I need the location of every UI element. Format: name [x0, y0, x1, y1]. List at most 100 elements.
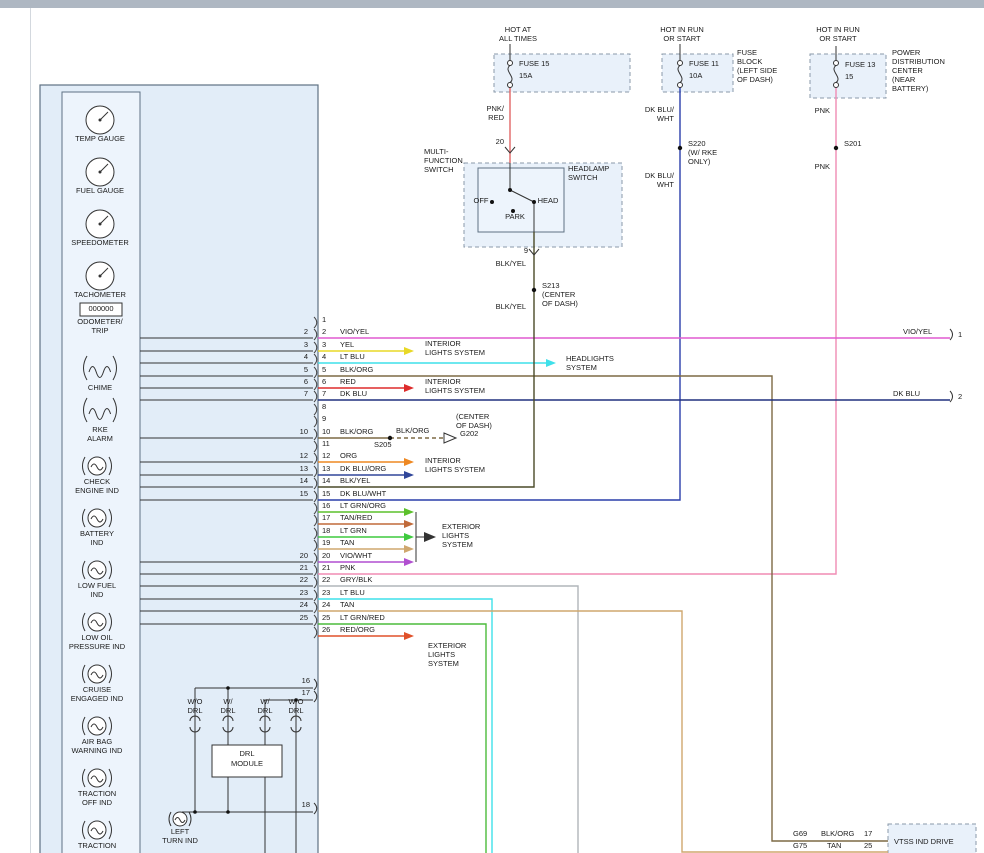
offpage-ref-2: 2: [958, 393, 962, 401]
interior-lights-dest-3a: INTERIOR: [425, 457, 461, 465]
splice-s213-note-1: (CENTER: [542, 291, 575, 299]
wire-color-label: TAN: [340, 601, 354, 609]
cluster-pin-number: 25: [292, 614, 308, 622]
splice-s220-note-2: ONLY): [688, 158, 710, 166]
cluster-pin-16-label: 16: [292, 677, 310, 685]
headlamp-switch-title-2: SWITCH: [568, 174, 598, 182]
drl-option-4a: W/O: [289, 698, 304, 706]
connector-pin-number: 9: [322, 415, 326, 423]
splice-s220-label: S220: [688, 140, 706, 148]
headlights-dest-b: SYSTEM: [566, 364, 597, 372]
connector-pin-number: 18: [322, 527, 330, 535]
cluster-pin-18-label: 18: [292, 801, 310, 809]
rke-alarm-label-1: RKE: [92, 426, 107, 434]
wire-color-label: DK BLU: [340, 390, 367, 398]
cluster-pin-number: 3: [292, 341, 308, 349]
connector-pin-number: 6: [322, 378, 326, 386]
offpage-ref-1: 1: [958, 331, 962, 339]
drl-module-label-1: DRL: [239, 750, 254, 758]
g69-wire-label: BLK/ORG: [821, 830, 854, 838]
connector-pin-number: 19: [322, 539, 330, 547]
low-oil-label-1: LOW OIL: [81, 634, 112, 642]
pdc-title-3: CENTER: [892, 67, 923, 75]
wiring-diagram-canvas: HOT AT ALL TIMES FUSE 15 15A PNK/ RED 20…: [0, 0, 984, 853]
connector-pin-number: 3: [322, 341, 326, 349]
switch-position-off: OFF: [474, 197, 489, 205]
tachometer-label: TACHOMETER: [74, 291, 126, 299]
splice-s213-label: S213: [542, 282, 560, 290]
airbag-label-1: AIR BAG: [82, 738, 112, 746]
splice-s220-note-1: (W/ RKE: [688, 149, 717, 157]
cluster-pin-number: 14: [292, 477, 308, 485]
traction-off-label-1: TRACTION: [78, 790, 116, 798]
exterior-lights-collector: [416, 512, 424, 562]
interior-lights-dest-1b: LIGHTS SYSTEM: [425, 349, 485, 357]
wire-color-label: BLK/YEL: [340, 477, 370, 485]
cluster-pin-number: 5: [292, 366, 308, 374]
fuse-15-label: FUSE 15: [519, 60, 549, 68]
ground-g75-ref: G75: [793, 842, 807, 850]
drl-option-2b: DRL: [220, 707, 235, 715]
drl-option-4b: DRL: [288, 707, 303, 715]
fuse-15-rating: 15A: [519, 72, 532, 80]
fuse-11-rating: 10A: [689, 72, 702, 80]
switch-pin-20-label: 20: [480, 138, 504, 146]
drl-module-label-2: MODULE: [231, 760, 263, 768]
dk-blu-wht-wire-label-1b: WHT: [616, 115, 674, 123]
wire-color-label: VIO/YEL: [340, 328, 369, 336]
cluster-pin-number: 6: [292, 378, 308, 386]
fuse-block-title-3: (LEFT SIDE: [737, 67, 777, 75]
exterior-lights-dest-2c: SYSTEM: [428, 660, 459, 668]
exterior-lights-dest-1b: LIGHTS: [442, 532, 469, 540]
vtss-pin-25-label: 25: [864, 842, 872, 850]
pnk-red-wire-label: PNK/: [446, 105, 504, 113]
connector-pin-number: 25: [322, 614, 330, 622]
headlamp-switch-title-1: HEADLAMP: [568, 165, 609, 173]
connector-pin-number: 21: [322, 564, 330, 572]
wire-color-label: LT GRN/RED: [340, 614, 385, 622]
cluster-pin-number: 10: [292, 428, 308, 436]
cluster-pin-number: 24: [292, 601, 308, 609]
rke-alarm-label-2: ALARM: [87, 435, 113, 443]
connector-pin-number: 14: [322, 477, 330, 485]
fuse-block-title-4: OF DASH): [737, 76, 773, 84]
switch-position-park: PARK: [505, 213, 525, 221]
multifunction-switch-title-2: FUNCTION: [424, 157, 463, 165]
splice-s213-dot: [532, 288, 536, 292]
vtss-ind-drive-label: VTSS IND DRIVE: [894, 838, 954, 846]
connector-pin-number: 4: [322, 353, 326, 361]
temp-gauge-label: TEMP GAUGE: [75, 135, 125, 143]
exterior-lights-dest-2b: LIGHTS: [428, 651, 455, 659]
ground-arrow-icon: [444, 433, 456, 443]
cluster-pin-number: 12: [292, 452, 308, 460]
cruise-label-1: CRUISE: [83, 686, 111, 694]
connector-pin-number: 11: [322, 440, 330, 448]
wire-color-label: PNK: [340, 564, 355, 572]
low-fuel-label-1: LOW FUEL: [78, 582, 116, 590]
wire-color-label: DK BLU/ORG: [340, 465, 386, 473]
ground-wire-label: BLK/ORG: [396, 427, 429, 435]
cluster-pin-number: 15: [292, 490, 308, 498]
fuse-13-label: FUSE 13: [845, 61, 875, 69]
wire-color-label: ORG: [340, 452, 357, 460]
exterior-lights-dest-1c: SYSTEM: [442, 541, 473, 549]
airbag-label-2: WARNING IND: [72, 747, 123, 755]
cluster-pin-number: 7: [292, 390, 308, 398]
connector-pin-number: 7: [322, 390, 326, 398]
odometer-label-2: TRIP: [91, 327, 108, 335]
pdc-title-4: (NEAR: [892, 76, 915, 84]
diagram-artwork: [0, 0, 984, 853]
interior-lights-dest-3b: LIGHTS SYSTEM: [425, 466, 485, 474]
connector-pin-number: 23: [322, 589, 330, 597]
wire-blk-org: [318, 376, 888, 841]
drl-option-2a: W/: [223, 698, 232, 706]
cluster-pin-number: 4: [292, 353, 308, 361]
fuse-block-title-1: FUSE: [737, 49, 757, 57]
exterior-lights-dest-2a: EXTERIOR: [428, 642, 466, 650]
connector-pin-number: 10: [322, 428, 330, 436]
hot-in-run-label-1a: HOT IN RUN: [660, 26, 704, 34]
wire-color-label: RED/ORG: [340, 626, 375, 634]
wire-color-label: LT BLU: [340, 353, 365, 361]
offpage-dk-blu-label: DK BLU: [893, 390, 920, 398]
headlights-dest-a: HEADLIGHTS: [566, 355, 614, 363]
